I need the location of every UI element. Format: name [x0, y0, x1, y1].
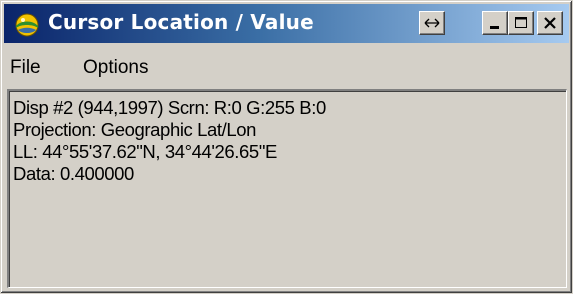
projection-line: Projection: Geographic Lat/Lon — [13, 119, 257, 140]
minimize-button[interactable] — [482, 11, 508, 35]
horizontal-resize-icon — [424, 18, 440, 28]
window-title: Cursor Location / Value — [48, 10, 314, 34]
lat-lon-line: LL: 44°55'37.62"N, 34°44'26.65"E — [13, 141, 277, 162]
minimize-icon — [490, 26, 499, 29]
resize-button[interactable] — [419, 11, 445, 35]
menu-options[interactable]: Options — [83, 57, 148, 79]
cursor-info-panel: Disp #2 (944,1997) Scrn: R:0 G:255 B:0 P… — [7, 89, 567, 288]
menu-bar: File Options — [4, 47, 569, 87]
data-value-line: Data: 0.400000 — [13, 163, 134, 184]
maximize-button[interactable] — [508, 11, 534, 35]
title-bar[interactable]: Cursor Location / Value — [4, 4, 569, 43]
menu-file[interactable]: File — [10, 57, 41, 79]
close-button[interactable] — [537, 11, 563, 35]
display-pixel-line: Disp #2 (944,1997) Scrn: R:0 G:255 B:0 — [13, 97, 326, 118]
maximize-icon — [515, 17, 527, 28]
close-icon — [544, 17, 556, 29]
envi-globe-icon — [15, 13, 39, 37]
cursor-location-window: Cursor Location / Value File Options Dis… — [0, 0, 573, 294]
